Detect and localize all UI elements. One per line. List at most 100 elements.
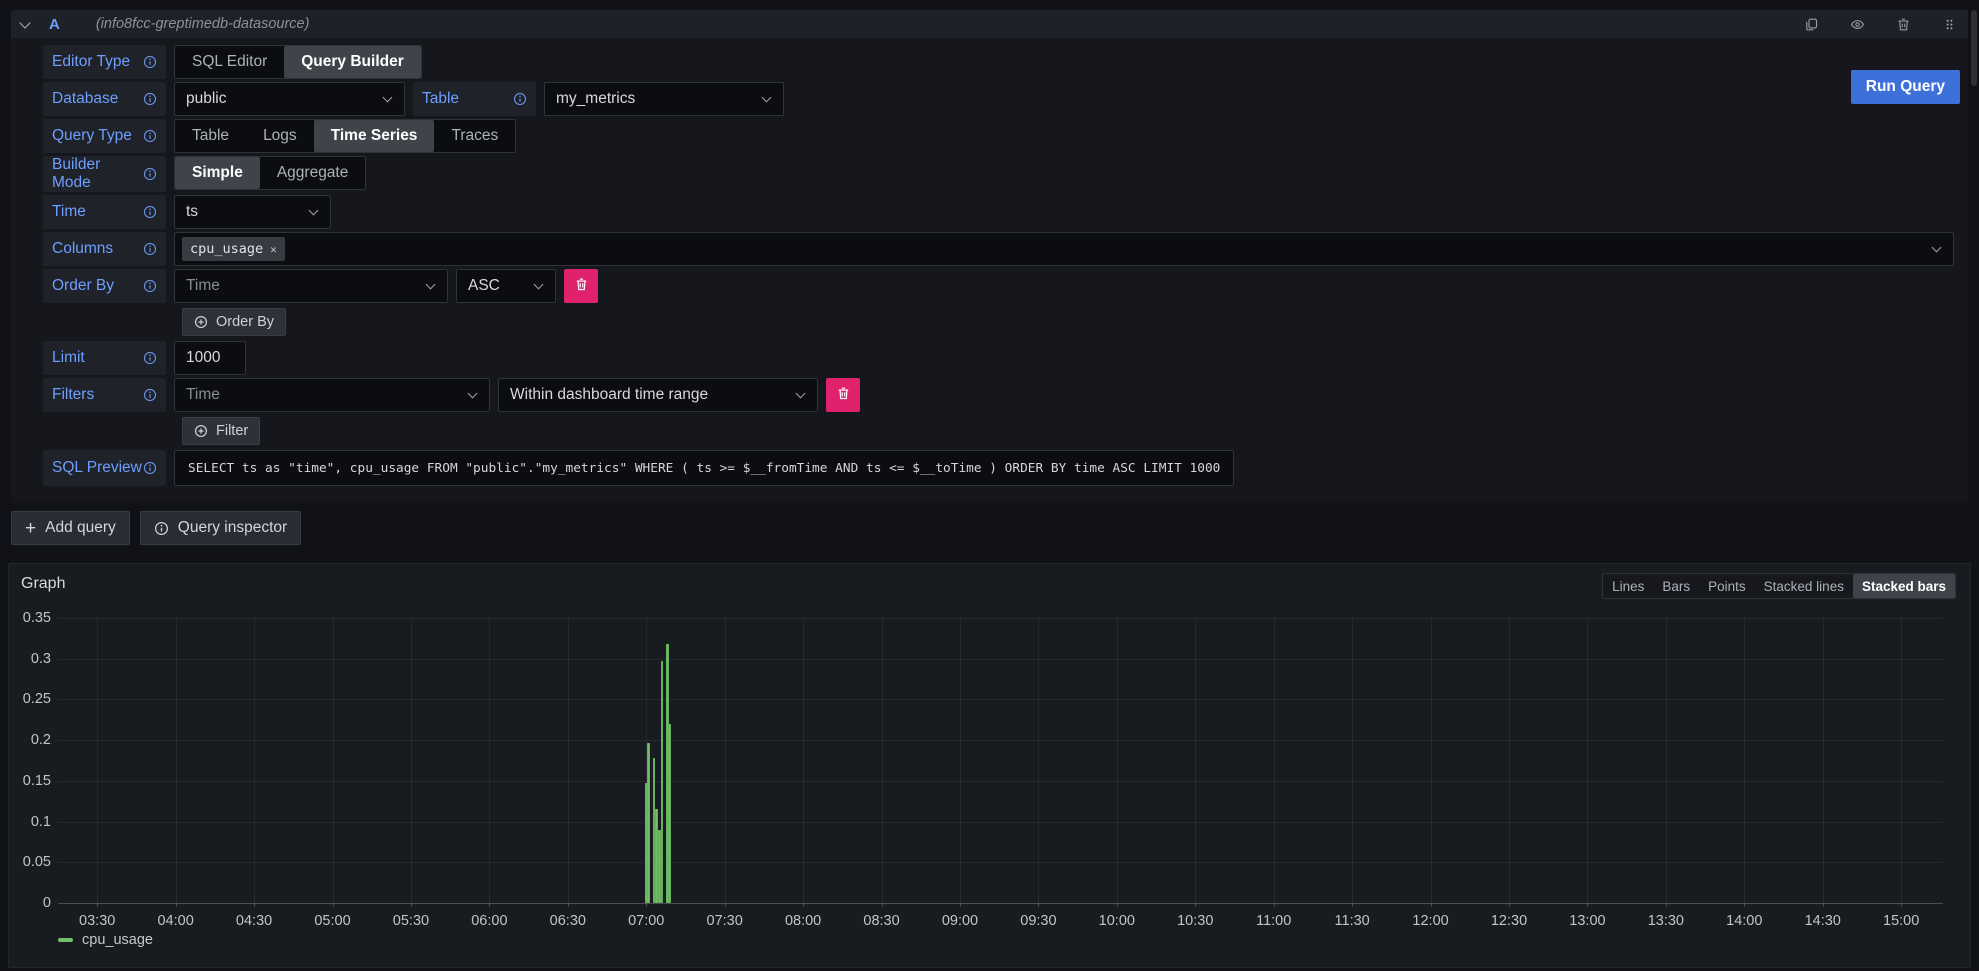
sql-preview-row: SQL Preview SELECT ts as "time", cpu_usa… (43, 450, 1954, 486)
time-label-text: Time (52, 203, 86, 221)
h-gridline (58, 699, 1943, 700)
order-by-field-select[interactable]: Time (174, 269, 448, 303)
database-label: Database (43, 82, 166, 116)
column-tag-text: cpu_usage (190, 241, 263, 257)
add-query-button[interactable]: + Add query (11, 511, 130, 545)
x-tick-mark (411, 903, 412, 907)
table-select[interactable]: my_metrics (544, 82, 784, 116)
x-tick-label: 06:30 (536, 913, 600, 929)
order-by-direction-select[interactable]: ASC (456, 269, 556, 303)
filter-condition-value: Within dashboard time range (510, 386, 708, 404)
info-icon (143, 92, 157, 106)
order-by-field-value: Time (186, 277, 220, 295)
limit-input[interactable]: 1000 (174, 341, 246, 375)
y-tick-label: 0.2 (13, 732, 51, 748)
add-order-by-button[interactable]: Order By (182, 308, 286, 336)
drag-handle-icon[interactable] (1940, 15, 1958, 33)
y-tick-label: 0.3 (13, 651, 51, 667)
y-tick-label: 0.35 (13, 610, 51, 626)
hide-response-eye-icon[interactable] (1848, 15, 1866, 33)
info-icon (143, 279, 157, 293)
v-gridline (803, 618, 804, 903)
x-tick-label: 12:00 (1399, 913, 1463, 929)
limit-row: Limit 1000 (43, 341, 1954, 375)
builder-mode-option-simple[interactable]: Simple (175, 157, 260, 189)
add-filter-button[interactable]: Filter (182, 417, 260, 445)
remove-column-icon[interactable]: ✕ (270, 244, 277, 255)
limit-label-text: Limit (52, 349, 85, 367)
editor-type-segmented: SQL EditorQuery Builder (174, 45, 422, 79)
plus-icon: + (25, 519, 36, 538)
chevron-down-icon (1932, 243, 1942, 253)
database-select[interactable]: public (174, 82, 405, 116)
chevron-down-icon (468, 389, 478, 399)
display-mode-points[interactable]: Points (1699, 574, 1755, 598)
x-tick-label: 07:30 (693, 913, 757, 929)
query-type-label: Query Type (43, 119, 166, 153)
v-gridline (1744, 618, 1745, 903)
bar-cpu_usage-07:06 (661, 661, 664, 903)
x-tick-mark (97, 903, 98, 907)
filter-condition-select[interactable]: Within dashboard time range (498, 378, 818, 412)
time-label: Time (43, 195, 166, 229)
editor-type-option-sql-editor[interactable]: SQL Editor (175, 46, 284, 78)
remove-filter-button[interactable] (826, 378, 860, 412)
editor-type-option-query-builder[interactable]: Query Builder (284, 46, 421, 78)
v-gridline (1509, 618, 1510, 903)
x-tick-label: 04:00 (144, 913, 208, 929)
x-tick-label: 04:30 (222, 913, 286, 929)
info-icon (143, 461, 157, 475)
query-type-option-logs[interactable]: Logs (246, 120, 314, 152)
grafana-query-editor-page: { "header": { "ref_id": "A", "datasource… (0, 0, 1979, 971)
query-type-option-table[interactable]: Table (175, 120, 246, 152)
graph-panel: Graph LinesBarsPointsStacked linesStacke… (8, 563, 1971, 968)
v-gridline (1352, 618, 1353, 903)
columns-row: Columns cpu_usage ✕ (43, 232, 1954, 266)
builder-mode-option-aggregate[interactable]: Aggregate (260, 157, 366, 189)
x-tick-label: 13:00 (1555, 913, 1619, 929)
display-mode-lines[interactable]: Lines (1603, 574, 1653, 598)
info-icon (143, 242, 157, 256)
duplicate-query-icon[interactable] (1802, 15, 1820, 33)
editor-type-label: Editor Type (43, 45, 166, 79)
run-query-button[interactable]: Run Query (1851, 70, 1960, 104)
time-column-select[interactable]: ts (174, 195, 331, 229)
order-by-row: Order By Time ASC (43, 269, 1954, 303)
remove-order-by-button[interactable] (564, 269, 598, 303)
y-tick-label: 0.05 (13, 854, 51, 870)
y-tick-label: 0.25 (13, 691, 51, 707)
v-gridline (97, 618, 98, 903)
v-gridline (1901, 618, 1902, 903)
info-icon (143, 55, 157, 69)
query-type-row: Query Type TableLogsTime SeriesTraces (43, 119, 1954, 153)
query-type-option-traces[interactable]: Traces (434, 120, 515, 152)
query-inspector-button[interactable]: Query inspector (140, 511, 301, 545)
remove-query-trash-icon[interactable] (1894, 15, 1912, 33)
x-tick-mark (254, 903, 255, 907)
h-gridline (58, 862, 1943, 863)
query-type-option-time-series[interactable]: Time Series (314, 120, 435, 152)
x-tick-mark (1901, 903, 1902, 907)
bar-cpu_usage-07:09 (668, 724, 671, 903)
display-mode-stacked-bars[interactable]: Stacked bars (1853, 574, 1955, 598)
x-tick-mark (1509, 903, 1510, 907)
legend-item-cpu-usage[interactable]: cpu_usage (58, 932, 153, 948)
chevron-down-icon (762, 93, 772, 103)
query-row-header[interactable]: A (info8fcc-greptimedb-datasource) (11, 10, 1968, 38)
x-tick-label: 08:00 (771, 913, 835, 929)
filter-field-select[interactable]: Time (174, 378, 490, 412)
info-icon (143, 129, 157, 143)
v-gridline (1431, 618, 1432, 903)
bar-cpu_usage-07:01 (647, 743, 650, 903)
query-editor-card: A (info8fcc-greptimedb-datasource) Run Q… (11, 10, 1968, 503)
v-gridline (411, 618, 412, 903)
page-scrollbar-thumb[interactable] (1971, 10, 1977, 86)
display-mode-bars[interactable]: Bars (1653, 574, 1699, 598)
x-tick-label: 05:30 (379, 913, 443, 929)
x-tick-label: 08:30 (850, 913, 914, 929)
columns-multiselect[interactable]: cpu_usage ✕ (174, 232, 1954, 266)
collapse-chevron-icon[interactable] (19, 17, 30, 28)
display-mode-stacked-lines[interactable]: Stacked lines (1755, 574, 1853, 598)
add-filter-label: Filter (216, 423, 248, 439)
table-label: Table (413, 82, 536, 116)
